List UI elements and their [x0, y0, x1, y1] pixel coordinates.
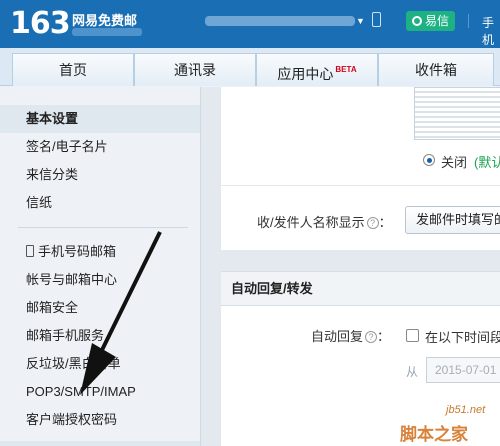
tab-contacts[interactable]: 通讯录: [134, 53, 256, 86]
watermark-name: 脚本之家: [400, 425, 468, 444]
beta-badge: BETA: [335, 65, 357, 74]
logo-163[interactable]: 163: [10, 6, 71, 41]
tab-home[interactable]: 首页: [12, 53, 134, 86]
radio-default-hint: (默认): [474, 155, 500, 170]
mobile-phone-icon: [26, 245, 34, 257]
sidebar-item-account-center[interactable]: 帐号与邮箱中心: [0, 266, 200, 294]
help-icon[interactable]: ?: [365, 331, 378, 343]
tab-label: 首页: [59, 62, 87, 78]
sidebar-item-mail-filters[interactable]: 来信分类: [0, 161, 200, 189]
top-link-mobile[interactable]: 手机: [482, 14, 500, 48]
yixin-icon: [412, 16, 422, 26]
tab-app-center[interactable]: 应用中心 BETA: [256, 53, 378, 86]
watermark-site: jb51.net: [446, 404, 486, 416]
sidebar-item-label: 基本设置: [26, 111, 79, 126]
auto-reply-text: 自动回复: [311, 329, 364, 344]
card-divider: [221, 185, 500, 186]
sidebar-item-label: POP3/SMTP/IMAP: [26, 384, 136, 399]
tab-inbox[interactable]: 收件箱: [378, 53, 494, 86]
colon: ：: [378, 215, 392, 230]
layout-preview-image: [414, 87, 500, 140]
date-from-input[interactable]: 2015-07-01: [426, 357, 500, 383]
date-from-label: 从: [406, 365, 419, 379]
auto-reply-checkbox[interactable]: [406, 329, 419, 342]
yixin-button[interactable]: 易信: [406, 11, 456, 31]
sidebar-item-mobile-mailbox[interactable]: 手机号码邮箱: [0, 238, 200, 266]
tab-label: 应用中心: [277, 66, 334, 82]
colon: ：: [377, 329, 391, 344]
account-email-blurred[interactable]: [205, 16, 355, 26]
sidebar-item-mailbox-security[interactable]: 邮箱安全: [0, 294, 200, 322]
sidebar-item-anti-spam[interactable]: 反垃圾/黑白名单: [0, 350, 200, 378]
sender-name-text: 收/发件人名称显示: [257, 215, 365, 230]
account-dropdown-icon[interactable]: ▼: [356, 16, 365, 26]
tab-label: 通讯录: [174, 62, 216, 78]
top-divider: [468, 14, 469, 28]
sidebar-item-mobile-service[interactable]: 邮箱手机服务: [0, 322, 200, 350]
main-nav: 首页 通讯录 应用中心 BETA 收件箱: [0, 48, 500, 86]
radio-off-label: 关闭: [441, 155, 468, 170]
sidebar-bottom-strip: [0, 441, 200, 446]
sidebar-item-label: 帐号与邮箱中心: [26, 272, 118, 287]
auto-reply-section-title: 自动回复/转发: [221, 271, 500, 306]
logo-text: 网易免费邮: [72, 13, 138, 28]
sidebar-item-stationery[interactable]: 信纸: [0, 189, 200, 217]
sender-name-select[interactable]: 发邮件时填写的: [405, 206, 500, 234]
sidebar-item-client-auth-password[interactable]: 客户端授权密码: [0, 406, 200, 434]
help-icon[interactable]: ?: [366, 217, 379, 229]
sidebar-item-label: 手机号码邮箱: [38, 244, 117, 259]
sidebar-item-signature[interactable]: 签名/电子名片: [0, 133, 200, 161]
auto-reply-period-label: 在以下时间段内: [425, 330, 500, 345]
tab-label: 收件箱: [415, 62, 457, 78]
sender-name-label: 收/发件人名称显示?：: [257, 212, 392, 231]
top-bar: 163 网易免费邮 ▼ 易信 手机: [0, 0, 500, 48]
sidebar-item-label: 来信分类: [26, 167, 79, 182]
radio-off[interactable]: [423, 154, 435, 166]
sidebar-item-pop3-smtp-imap[interactable]: POP3/SMTP/IMAP: [0, 378, 200, 406]
sidebar-item-basic-settings[interactable]: 基本设置: [0, 105, 200, 133]
settings-main: 关闭 (默认) 收/发件人名称显示?： 发邮件时填写的 自动回复/转发 自动回复…: [201, 87, 500, 446]
sidebar-item-label: 邮箱手机服务: [26, 328, 105, 343]
sidebar-item-label: 签名/电子名片: [26, 139, 108, 154]
sidebar-item-label: 信纸: [26, 195, 53, 210]
sidebar-divider: [18, 227, 188, 228]
sidebar-item-label: 客户端授权密码: [26, 412, 118, 427]
sidebar-item-label: 反垃圾/黑白名单: [26, 356, 121, 371]
mobile-phone-icon[interactable]: [372, 12, 381, 27]
settings-sidebar: 基本设置 签名/电子名片 来信分类 信纸 手机号码邮箱 帐号与邮箱中心 邮箱安全…: [0, 87, 201, 446]
sidebar-item-label: 邮箱安全: [26, 300, 79, 315]
auto-reply-label: 自动回复?：: [311, 326, 390, 345]
logo-subtitle-blurred: [72, 28, 142, 36]
yixin-label: 易信: [425, 14, 450, 28]
